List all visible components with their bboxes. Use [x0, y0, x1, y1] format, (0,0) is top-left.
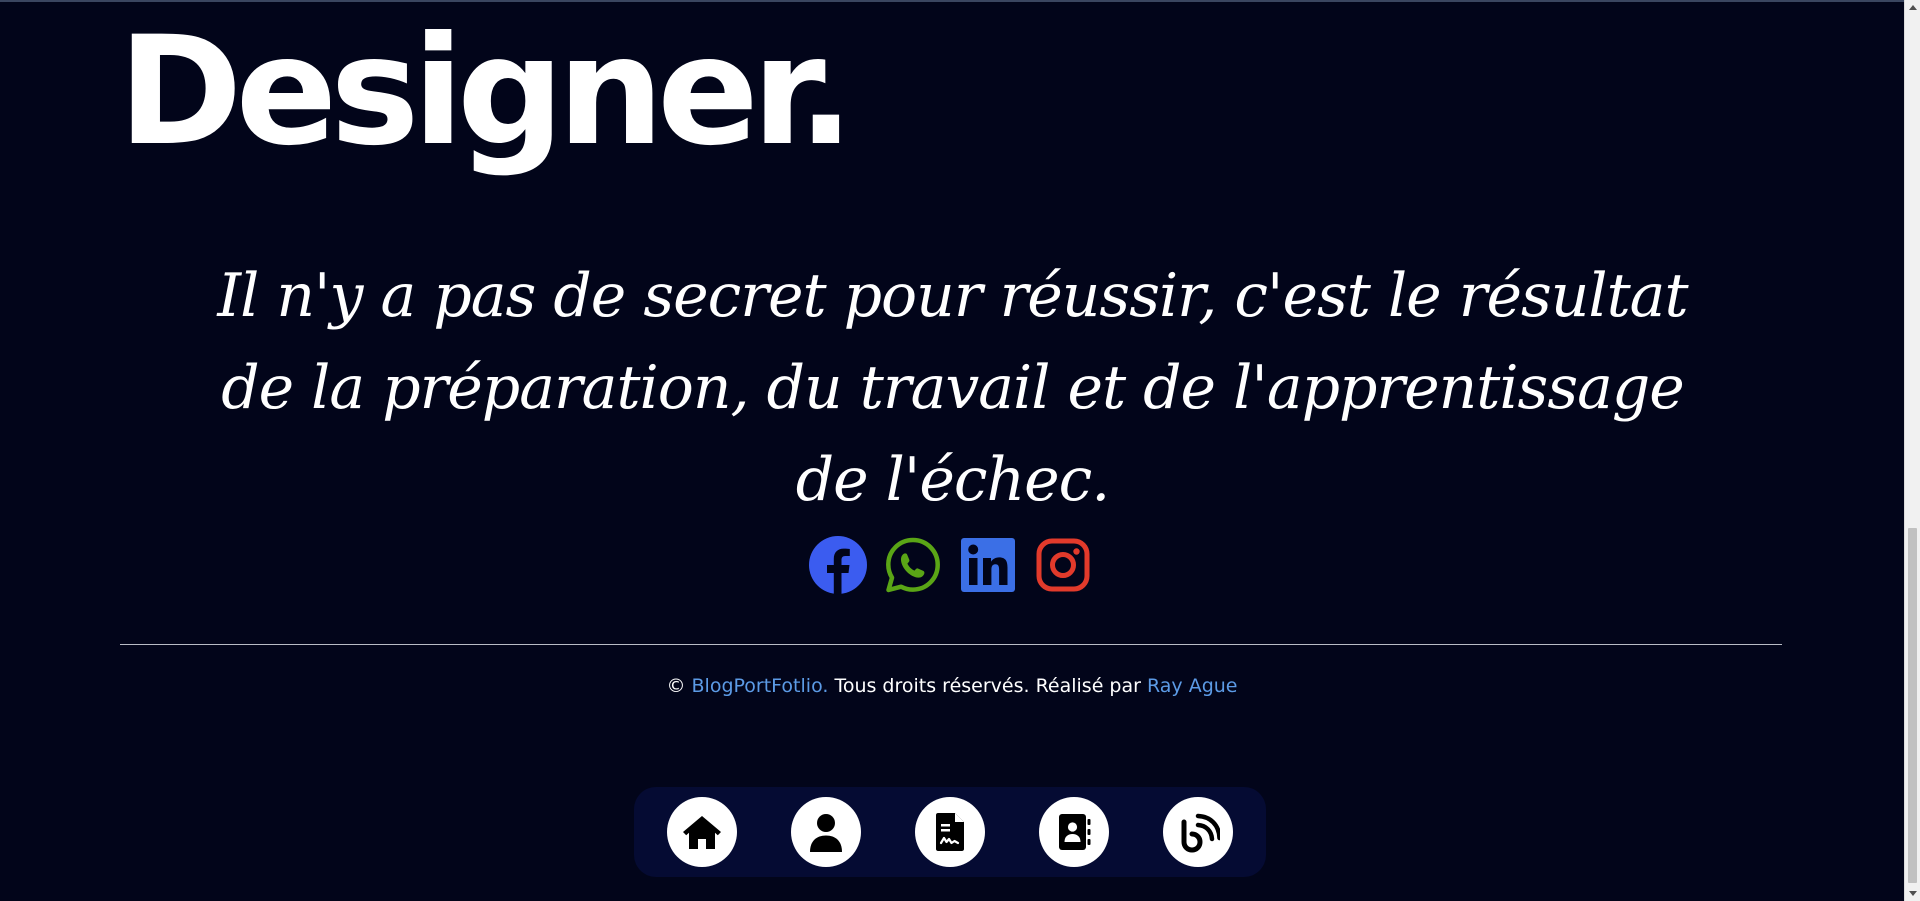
whatsapp-link[interactable] [883, 535, 943, 595]
instagram-icon [1036, 538, 1090, 592]
page: Designer. Il n'y a pas de secret pour ré… [0, 0, 1904, 901]
author-link[interactable]: Ray Ague [1147, 675, 1238, 697]
user-icon [810, 814, 842, 852]
facebook-link[interactable] [808, 535, 868, 595]
bottom-nav-dock [634, 787, 1266, 877]
footer-divider [120, 644, 1782, 645]
nav-about-button[interactable] [791, 797, 861, 867]
scroll-down-arrow-icon[interactable] [1909, 891, 1917, 896]
instagram-link[interactable] [1033, 535, 1093, 595]
home-icon [683, 816, 721, 849]
file-signature-icon [936, 813, 964, 851]
brand-link[interactable]: BlogPortFotlio. [692, 675, 829, 697]
copyright-symbol: © [666, 675, 686, 697]
hero-heading: Designer. [118, 5, 854, 179]
whatsapp-icon [886, 537, 940, 593]
scroll-up-arrow-icon[interactable] [1909, 5, 1917, 10]
copyright-line: © BlogPortFotlio. Tous droits réservés. … [0, 672, 1904, 700]
nav-resume-button[interactable] [915, 797, 985, 867]
nav-contact-button[interactable] [1039, 797, 1109, 867]
rights-text: Tous droits réservés. Réalisé par [828, 675, 1147, 697]
scrollbar-thumb[interactable] [1908, 528, 1917, 883]
quote-text: Il n'y a pas de secret pour réussir, c'e… [217, 261, 1688, 515]
address-book-icon [1059, 814, 1091, 850]
social-links [808, 535, 1093, 595]
facebook-icon [809, 536, 867, 595]
linkedin-link[interactable] [958, 535, 1018, 595]
vertical-scrollbar[interactable] [1904, 0, 1920, 901]
linkedin-icon [961, 538, 1015, 592]
blog-icon [1181, 813, 1220, 853]
nav-home-button[interactable] [667, 797, 737, 867]
nav-blog-button[interactable] [1163, 797, 1233, 867]
